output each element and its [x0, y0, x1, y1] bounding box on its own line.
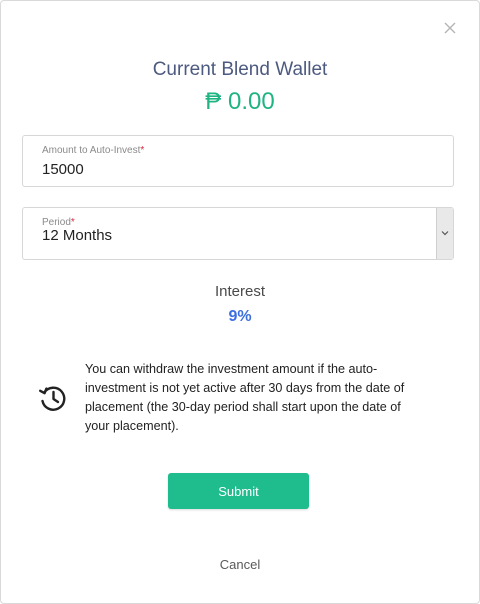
period-select[interactable]: Period* 12 Months	[22, 207, 454, 260]
chevron-down-icon	[441, 231, 449, 236]
interest-value: 9%	[228, 308, 252, 325]
period-selected-value: 12 Months	[42, 227, 113, 244]
wallet-balance: ₱ 0.00	[205, 88, 275, 115]
amount-field[interactable]: Amount to Auto-Invest*	[22, 135, 454, 187]
amount-label: Amount to Auto-Invest*	[42, 145, 145, 156]
wallet-title: Current Blend Wallet	[152, 59, 328, 80]
cancel-link[interactable]: Cancel	[1, 557, 479, 572]
close-icon	[444, 22, 456, 34]
auto-invest-modal: Current Blend Wallet ₱ 0.00 Amount to Au…	[0, 0, 480, 604]
submit-button[interactable]: Submit	[168, 473, 309, 509]
amount-input[interactable]	[42, 161, 422, 178]
withdrawal-notice: You can withdraw the investment amount i…	[85, 362, 405, 433]
dropdown-toggle[interactable]	[436, 208, 453, 259]
required-marker: *	[140, 145, 145, 156]
close-button[interactable]	[441, 19, 459, 37]
history-icon	[39, 386, 66, 411]
interest-label: Interest	[214, 283, 266, 300]
